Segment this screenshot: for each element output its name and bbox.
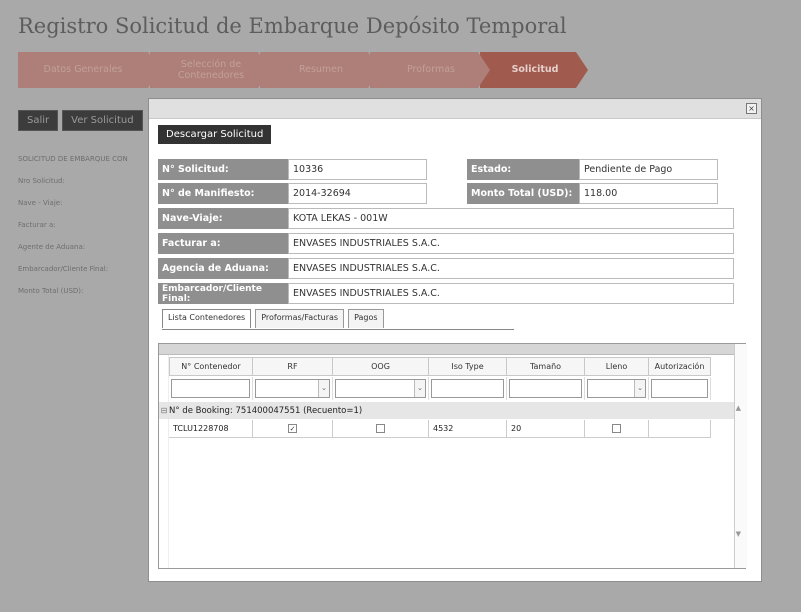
chevron-down-icon[interactable]: ⌄: [634, 380, 645, 397]
filter-oog-select[interactable]: ⌄: [335, 379, 426, 398]
dialog-titlebar: ×: [149, 99, 761, 119]
total-amount-label: Monto Total (USD):: [467, 183, 579, 204]
summary-field: Nro Solicitud:: [18, 177, 65, 185]
request-dialog: × Descargar Solicitud N° Solicitud: 1033…: [148, 98, 762, 582]
column-header-container[interactable]: N° Contenedor: [169, 357, 253, 376]
cell-size: 20: [507, 420, 585, 438]
view-request-button[interactable]: Ver Solicitud: [62, 110, 143, 131]
step-label: Resumen: [298, 64, 344, 76]
status-label: Estado:: [467, 159, 579, 180]
shipper-label: Embarcador/Cliente Final:: [158, 283, 288, 304]
column-header-size[interactable]: Tamaño: [507, 357, 585, 376]
bill-to-label: Facturar a:: [158, 233, 288, 254]
step-proformas[interactable]: Proformas: [370, 52, 490, 88]
tab-container-list[interactable]: Lista Contenedores: [162, 309, 252, 328]
tab-payments[interactable]: Pagos: [348, 309, 384, 328]
filter-container-input[interactable]: [171, 379, 250, 398]
step-label: Proformas: [407, 64, 455, 76]
cell-container: TCLU1228708: [169, 420, 253, 438]
column-header-oog[interactable]: OOG: [333, 357, 429, 376]
vessel-voyage-label: Nave-Viaje:: [158, 208, 288, 229]
step-label: Datos Generales: [43, 64, 123, 76]
download-request-button[interactable]: Descargar Solicitud: [158, 125, 272, 144]
summary-heading: SOLICITUD DE EMBARQUE CON: [18, 155, 128, 163]
filter-iso-type-input[interactable]: [431, 379, 504, 398]
column-header-rf[interactable]: RF: [253, 357, 333, 376]
rf-checkbox[interactable]: ✓: [288, 424, 297, 433]
oog-checkbox[interactable]: [376, 424, 385, 433]
step-resumen[interactable]: Resumen: [260, 52, 380, 88]
step-label: Selección de Contenedores: [177, 58, 245, 81]
grid-filter-row: ⌄ ⌄ ⌄: [169, 377, 711, 400]
filter-rf-select[interactable]: ⌄: [255, 379, 330, 398]
page-title: Registro Solicitud de Embarque Depósito …: [18, 14, 567, 38]
step-seleccion-contenedores[interactable]: Selección de Contenedores: [150, 52, 270, 88]
summary-field: Nave - Viaje:: [18, 199, 63, 207]
wizard-steps: Datos Generales Selección de Contenedore…: [18, 52, 588, 88]
chevron-down-icon[interactable]: ⌄: [318, 380, 329, 397]
scroll-up-icon[interactable]: ▲: [736, 404, 741, 412]
detail-tabs: Lista Contenedores Proformas/Facturas Pa…: [162, 309, 384, 328]
manifest-field: 2014-32694: [288, 183, 427, 204]
summary-field: Agente de Aduana:: [18, 243, 86, 251]
booking-group-label: N° de Booking: 751400047551 (Recuento=1): [169, 405, 363, 416]
grid-header: N° Contenedor RF OOG Iso Type Tamaño Lle…: [169, 357, 711, 376]
vessel-voyage-field: KOTA LEKAS - 001W: [288, 208, 734, 229]
request-number-label: N° Solicitud:: [158, 159, 288, 180]
manifest-label: N° de Manifiesto:: [158, 183, 288, 204]
customs-agency-label: Agencia de Aduana:: [158, 258, 288, 279]
step-label: Solicitud: [511, 64, 559, 76]
cell-iso-type: 4532: [429, 420, 507, 438]
summary-field: Monto Total (USD):: [18, 287, 84, 295]
chevron-down-icon[interactable]: ⌄: [414, 380, 425, 397]
total-amount-field: 118.00: [579, 183, 718, 204]
tab-underline: [162, 329, 514, 330]
scroll-down-icon[interactable]: ▼: [736, 530, 741, 538]
column-header-full[interactable]: Lleno: [585, 357, 649, 376]
column-header-iso-type[interactable]: Iso Type: [429, 357, 507, 376]
status-field: Pendiente de Pago: [579, 159, 718, 180]
tab-proformas-invoices[interactable]: Proformas/Facturas: [255, 309, 345, 328]
filter-size-input[interactable]: [509, 379, 582, 398]
grid-indent-column: [159, 355, 169, 568]
bill-to-field: ENVASES INDUSTRIALES S.A.C.: [288, 233, 734, 254]
table-row[interactable]: TCLU1228708 ✓ 4532 20: [169, 420, 711, 438]
request-number-field: 10336: [288, 159, 427, 180]
column-header-authorization[interactable]: Autorización: [649, 357, 711, 376]
filter-authorization-input[interactable]: [651, 379, 708, 398]
summary-field: Embarcador/Cliente Final:: [18, 265, 109, 273]
container-grid: N° Contenedor RF OOG Iso Type Tamaño Lle…: [158, 343, 747, 569]
exit-button[interactable]: Salir: [18, 110, 59, 131]
filter-full-select[interactable]: ⌄: [587, 379, 646, 398]
collapse-icon[interactable]: ⊟: [159, 406, 169, 415]
step-solicitud[interactable]: Solicitud: [480, 52, 588, 88]
close-icon[interactable]: ×: [746, 103, 757, 114]
summary-panel: SOLICITUD DE EMBARQUE CON Nro Solicitud:…: [18, 155, 128, 309]
cell-authorization: [649, 420, 711, 438]
customs-agency-field: ENVASES INDUSTRIALES S.A.C.: [288, 258, 734, 279]
summary-field: Facturar a:: [18, 221, 56, 229]
booking-group-row[interactable]: ⊟ N° de Booking: 751400047551 (Recuento=…: [159, 402, 734, 419]
step-datos-generales[interactable]: Datos Generales: [18, 52, 160, 88]
shipper-field: ENVASES INDUSTRIALES S.A.C.: [288, 283, 734, 304]
grid-group-panel: [159, 344, 745, 355]
full-checkbox[interactable]: [612, 424, 621, 433]
